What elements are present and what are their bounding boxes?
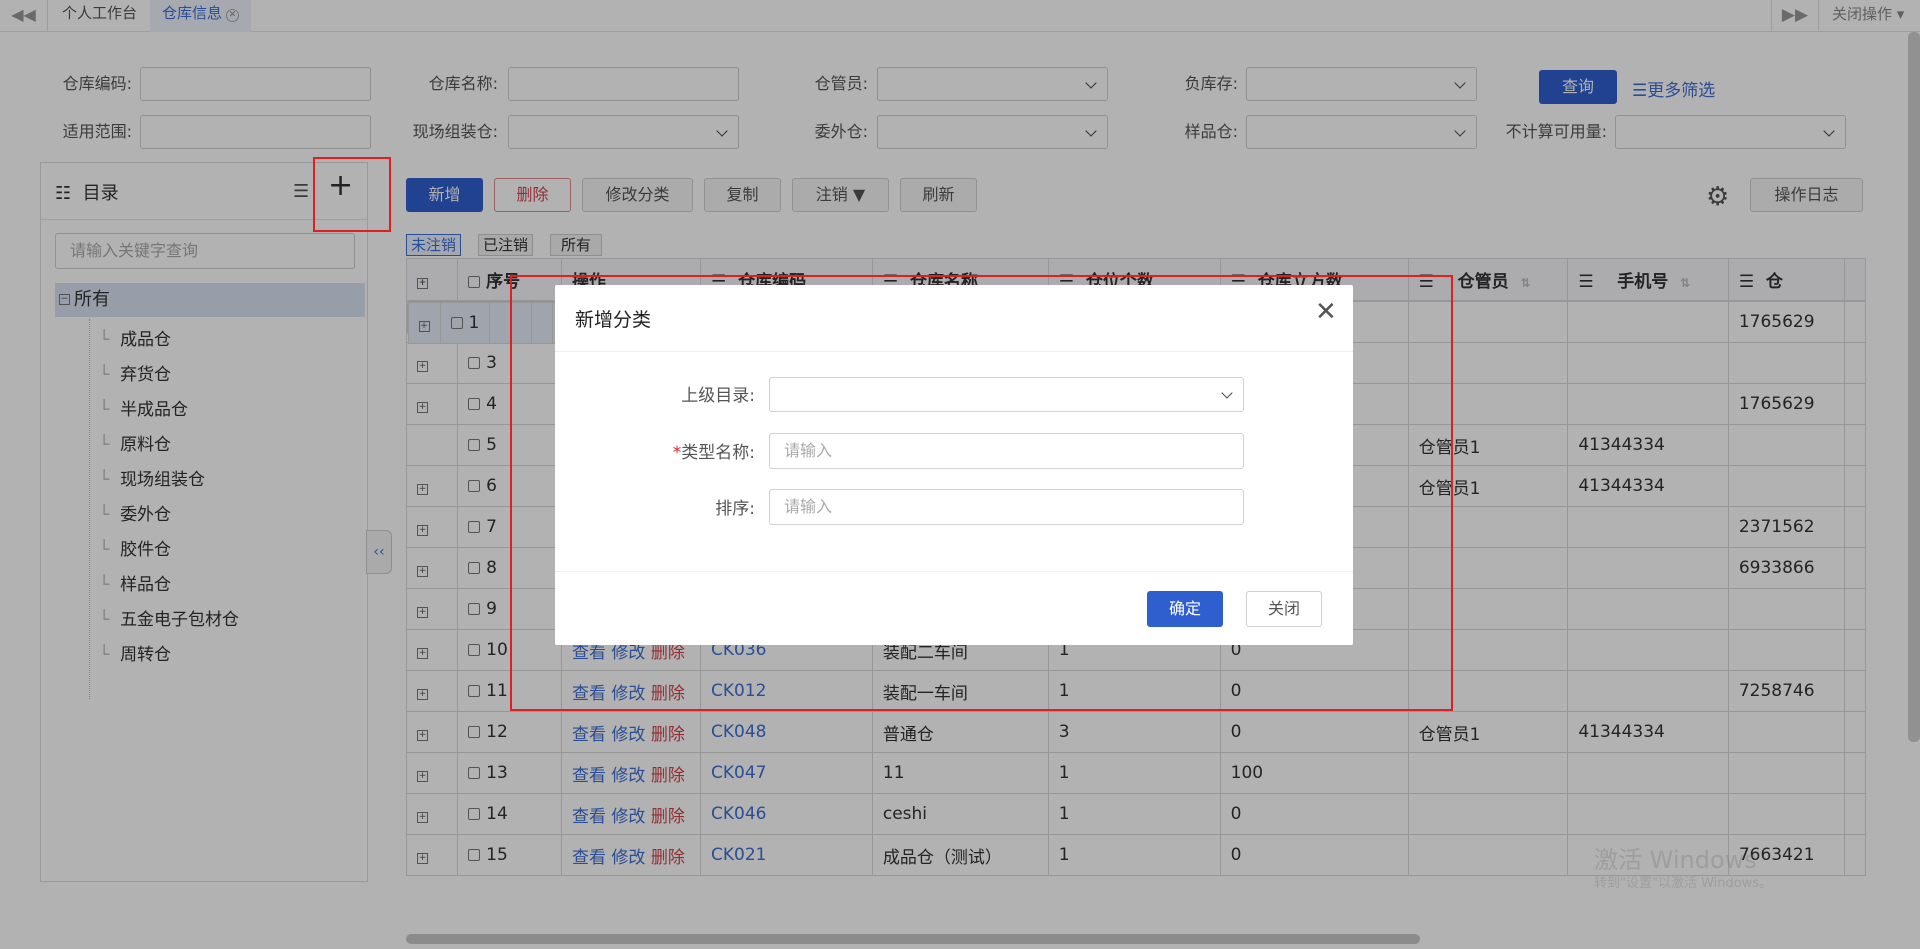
annotation-box-dialog: [510, 275, 1453, 711]
windows-watermark: 激活 Windows: [1594, 846, 1757, 874]
annotation-box-add-icon: [313, 157, 391, 232]
windows-watermark-sub: 转到"设置"以激活 Windows。: [1594, 876, 1773, 891]
